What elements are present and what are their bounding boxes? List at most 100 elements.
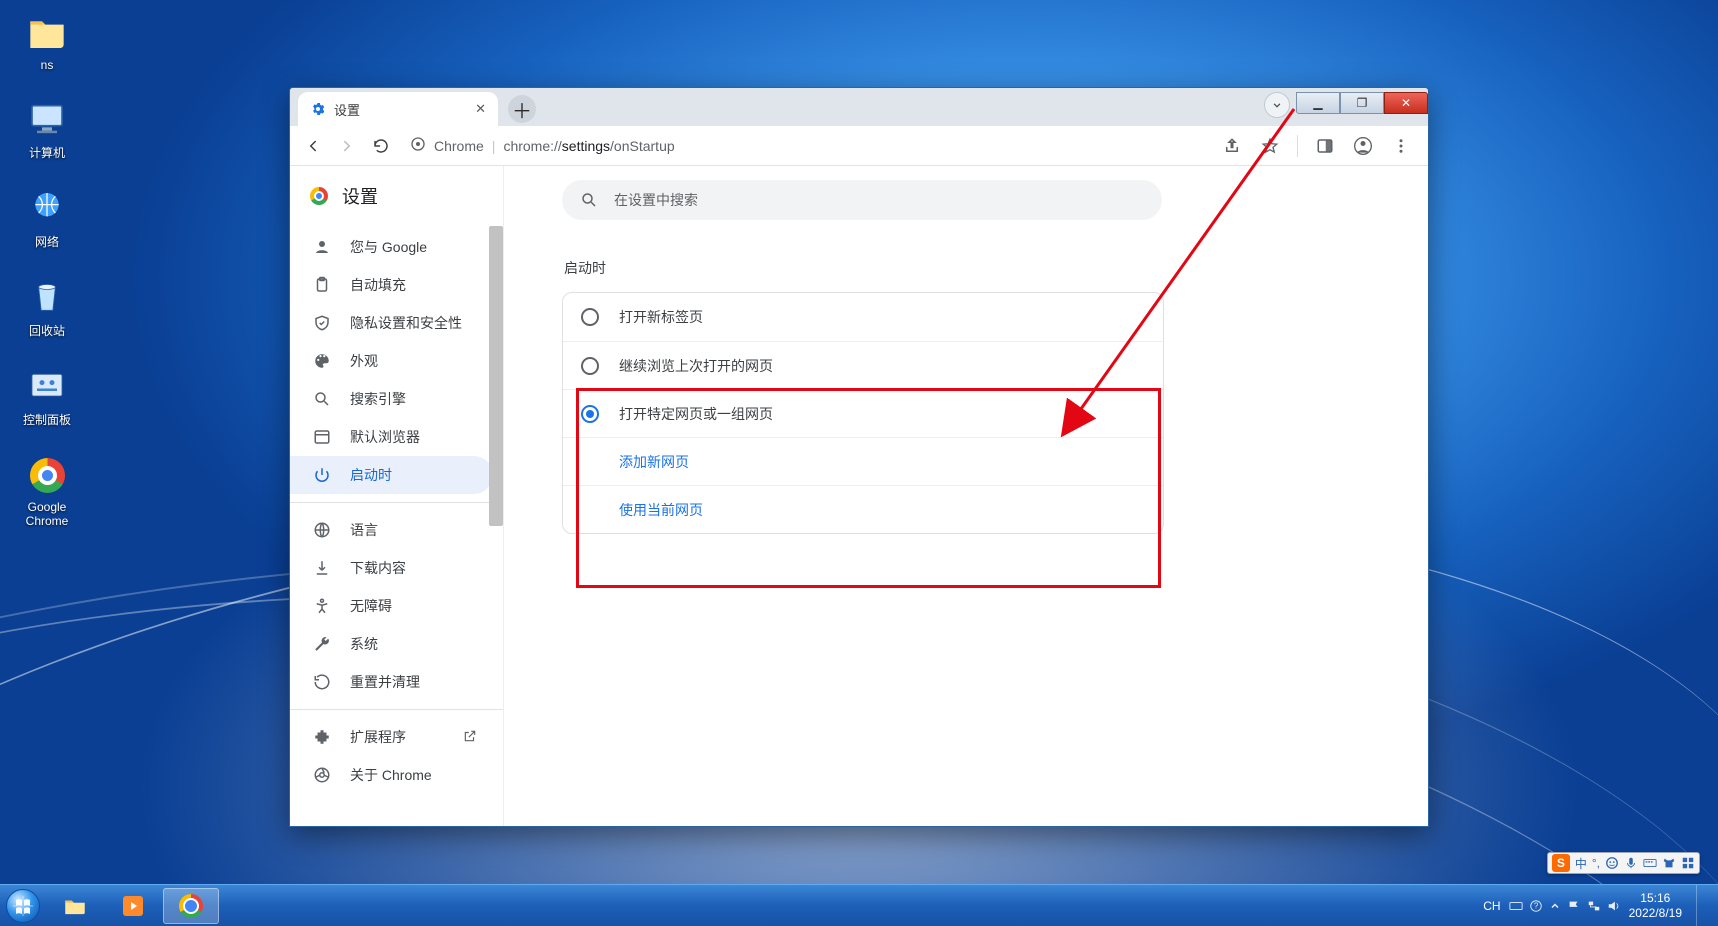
desktop-icon-control-panel[interactable]: 控制面板 bbox=[8, 365, 86, 428]
label: ns bbox=[8, 58, 86, 72]
ime-toolbar[interactable]: S 中 °, bbox=[1547, 852, 1700, 874]
settings-search-input[interactable]: 在设置中搜索 bbox=[562, 180, 1162, 220]
open-external-icon bbox=[463, 729, 477, 746]
side-panel-button[interactable] bbox=[1310, 131, 1340, 161]
label: 自动填充 bbox=[350, 275, 406, 295]
sidebar-item-on-startup[interactable]: 启动时 bbox=[290, 456, 493, 494]
ime-face-icon[interactable] bbox=[1605, 856, 1619, 870]
settings-sidebar: 设置 您与 Google 自动填充 隐私设置和安全性 外观 搜索引擎 默认浏览器… bbox=[290, 166, 504, 826]
ime-tools-icon[interactable] bbox=[1681, 856, 1695, 870]
desktop-icon-network[interactable]: 网络 bbox=[8, 187, 86, 250]
bookmark-button[interactable] bbox=[1255, 131, 1285, 161]
chrome-icon bbox=[310, 187, 328, 205]
address-bar[interactable]: Chrome | chrome://settings/onStartup bbox=[400, 131, 1213, 161]
addr-host: chrome:// bbox=[503, 138, 561, 154]
radio-unchecked-icon[interactable] bbox=[581, 357, 599, 375]
taskbar: CH ? 15:16 2022/8/19 bbox=[0, 884, 1718, 926]
label: 使用当前网页 bbox=[619, 500, 703, 520]
shield-icon bbox=[312, 314, 332, 332]
person-icon bbox=[312, 238, 332, 256]
add-new-page-button[interactable]: 添加新网页 bbox=[563, 437, 1163, 485]
option-specific-pages[interactable]: 打开特定网页或一组网页 bbox=[563, 389, 1163, 437]
window-close-button[interactable]: ✕ bbox=[1384, 92, 1428, 114]
sidebar-item-accessibility[interactable]: 无障碍 bbox=[290, 587, 493, 625]
download-icon bbox=[312, 559, 332, 577]
ime-mic-icon[interactable] bbox=[1624, 856, 1638, 870]
show-desktop-button[interactable] bbox=[1696, 885, 1710, 926]
ime-keyboard-icon[interactable] bbox=[1643, 856, 1657, 870]
label: 无障碍 bbox=[350, 596, 392, 616]
sidebar-item-system[interactable]: 系统 bbox=[290, 625, 493, 663]
sidebar-item-reset[interactable]: 重置并清理 bbox=[290, 663, 493, 701]
sidebar-item-appearance[interactable]: 外观 bbox=[290, 342, 493, 380]
tab-title: 设置 bbox=[334, 100, 360, 119]
settings-body: 设置 您与 Google 自动填充 隐私设置和安全性 外观 搜索引擎 默认浏览器… bbox=[290, 166, 1428, 826]
palette-icon bbox=[312, 352, 332, 370]
label: 关于 Chrome bbox=[350, 765, 432, 785]
svg-text:?: ? bbox=[1533, 901, 1538, 910]
extension-icon bbox=[312, 728, 332, 746]
sidebar-item-default-browser[interactable]: 默认浏览器 bbox=[290, 418, 493, 456]
browser-tab[interactable]: 设置 ✕ bbox=[298, 92, 498, 126]
sidebar-item-you-and-google[interactable]: 您与 Google bbox=[290, 228, 493, 266]
sidebar-item-about[interactable]: 关于 Chrome bbox=[290, 756, 493, 794]
tray-clock[interactable]: 15:16 2022/8/19 bbox=[1629, 891, 1682, 920]
sidebar-item-downloads[interactable]: 下载内容 bbox=[290, 549, 493, 587]
desktop-icon-ns[interactable]: ns bbox=[8, 12, 86, 72]
desktop: ns 计算机 网络 回收站 控制面板 Google Chrome S 中 °, bbox=[0, 0, 1718, 926]
nav-back-button[interactable] bbox=[298, 131, 328, 161]
tab-strip: 设置 ✕ ＋ ▁ ❐ ✕ bbox=[290, 88, 1428, 126]
nav-forward-button[interactable] bbox=[332, 131, 362, 161]
clipboard-icon bbox=[312, 276, 332, 294]
profile-button[interactable] bbox=[1348, 131, 1378, 161]
tray-volume-icon[interactable] bbox=[1607, 899, 1621, 913]
label: 打开新标签页 bbox=[619, 307, 703, 327]
label: 默认浏览器 bbox=[350, 427, 420, 447]
startup-card: 打开新标签页 继续浏览上次打开的网页 打开特定网页或一组网页 添加新网页 使 bbox=[562, 292, 1164, 534]
taskbar-media-button[interactable] bbox=[105, 888, 161, 924]
desktop-icons: ns 计算机 网络 回收站 控制面板 Google Chrome bbox=[8, 12, 98, 554]
sidebar-item-autofill[interactable]: 自动填充 bbox=[290, 266, 493, 304]
radio-unchecked-icon[interactable] bbox=[581, 308, 599, 326]
addr-path1: settings bbox=[562, 138, 610, 154]
sidebar-item-extensions[interactable]: 扩展程序 bbox=[290, 718, 493, 756]
sidebar-item-privacy[interactable]: 隐私设置和安全性 bbox=[290, 304, 493, 342]
nav-reload-button[interactable] bbox=[366, 131, 396, 161]
option-continue[interactable]: 继续浏览上次打开的网页 bbox=[563, 341, 1163, 389]
gear-icon bbox=[310, 101, 326, 117]
desktop-icon-computer[interactable]: 计算机 bbox=[8, 98, 86, 161]
start-button[interactable] bbox=[0, 885, 46, 926]
tray-chevron-up-icon[interactable] bbox=[1549, 900, 1561, 912]
tray-lang[interactable]: CH bbox=[1483, 899, 1500, 913]
use-current-pages-button[interactable]: 使用当前网页 bbox=[563, 485, 1163, 533]
settings-title: 设置 bbox=[290, 166, 503, 226]
tab-close-icon[interactable]: ✕ bbox=[475, 101, 486, 117]
desktop-icon-recycle[interactable]: 回收站 bbox=[8, 276, 86, 339]
label: 搜索引擎 bbox=[350, 389, 406, 409]
desktop-icon-chrome[interactable]: Google Chrome bbox=[8, 454, 86, 528]
ime-lang[interactable]: 中 bbox=[1575, 855, 1587, 872]
option-new-tab[interactable]: 打开新标签页 bbox=[563, 293, 1163, 341]
share-button[interactable] bbox=[1217, 131, 1247, 161]
window-minimize-button[interactable]: ▁ bbox=[1296, 92, 1340, 114]
tray-network-icon[interactable] bbox=[1587, 899, 1601, 913]
chrome-outline-icon bbox=[312, 766, 332, 784]
label: 下载内容 bbox=[350, 558, 406, 578]
tray-help-icon[interactable]: ? bbox=[1529, 899, 1543, 913]
tray-flag-icon[interactable] bbox=[1567, 899, 1581, 913]
taskbar-chrome-button[interactable] bbox=[163, 888, 219, 924]
taskbar-explorer-button[interactable] bbox=[47, 888, 103, 924]
sidebar-item-search[interactable]: 搜索引擎 bbox=[290, 380, 493, 418]
ime-punct-icon[interactable]: °, bbox=[1592, 856, 1600, 870]
scrollbar-thumb[interactable] bbox=[489, 226, 503, 526]
window-maximize-button[interactable]: ❐ bbox=[1340, 92, 1384, 114]
ime-skin-icon[interactable] bbox=[1662, 856, 1676, 870]
new-tab-button[interactable]: ＋ bbox=[508, 95, 536, 123]
tab-search-button[interactable] bbox=[1264, 92, 1290, 118]
chrome-menu-button[interactable] bbox=[1386, 131, 1416, 161]
accessibility-icon bbox=[312, 597, 332, 615]
wrench-icon bbox=[312, 635, 332, 653]
sidebar-item-language[interactable]: 语言 bbox=[290, 511, 493, 549]
tray-keyboard-icon[interactable] bbox=[1509, 899, 1523, 913]
radio-checked-icon[interactable] bbox=[581, 405, 599, 423]
